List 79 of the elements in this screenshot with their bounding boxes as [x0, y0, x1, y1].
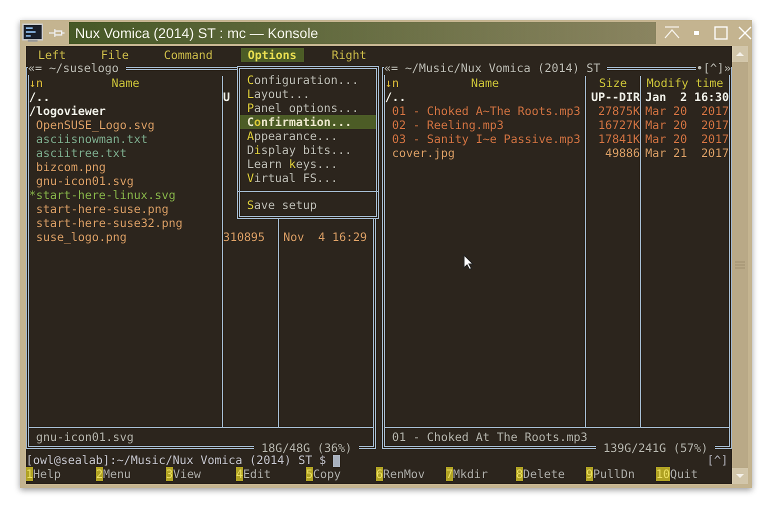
function-key[interactable]: 6RenMov: [376, 467, 425, 481]
function-key[interactable]: 10Quit: [656, 467, 698, 481]
function-key[interactable]: 2Menu: [96, 467, 131, 481]
function-key[interactable]: 8Delete: [516, 467, 565, 481]
disk-usage: 139G/241G (57%): [596, 441, 715, 455]
file-name[interactable]: /..: [385, 90, 406, 104]
column-header[interactable]: Modify time: [641, 76, 729, 90]
disk-usage: 18G/48G (36%): [254, 441, 359, 455]
file-size: U: [223, 90, 230, 104]
file-name[interactable]: /logoviewer: [29, 104, 106, 118]
menu-option[interactable]: Save setup: [240, 198, 376, 212]
file-name[interactable]: asciitree.txt: [29, 146, 127, 160]
scroll-down-icon[interactable]: [732, 468, 748, 484]
menu-item[interactable]: Right: [324, 48, 374, 62]
keep-above-icon[interactable]: [664, 26, 680, 40]
file-name[interactable]: 03 - Sanity I~e Passive.mp3: [385, 132, 580, 146]
file-name[interactable]: cover.jpg: [385, 146, 455, 160]
file-date: Jan 2 16:30: [645, 90, 729, 104]
file-name[interactable]: OpenSUSE_Logo.svg: [29, 118, 155, 132]
terminal-icon[interactable]: [22, 23, 44, 43]
file-date: Mar 21 2017: [645, 146, 729, 160]
pin-icon[interactable]: [49, 28, 65, 38]
mouse-pointer-icon: [463, 254, 474, 270]
file-name[interactable]: 01 - Choked A~The Roots.mp3: [385, 104, 580, 118]
scroll-grip-icon[interactable]: [735, 261, 745, 269]
file-size: 17841K: [598, 132, 640, 146]
panel-corner-controls[interactable]: •[^]»: [696, 61, 731, 75]
menu-option[interactable]: Configuration...: [240, 73, 376, 87]
status-filename: gnu-icon01.svg: [36, 430, 134, 444]
panel-path: «= ~/Music/Nux Vomica (2014) ST: [384, 61, 608, 75]
menu-option[interactable]: Confirmation...: [240, 115, 376, 129]
shell-prompt: [owl@sealab]:~/Music/Nux Vomica (2014) ST $: [26, 453, 326, 467]
file-date: Mar 20 2017: [645, 132, 729, 146]
menu-option[interactable]: Layout...: [240, 87, 376, 101]
file-size: 16727K: [598, 118, 640, 132]
file-name[interactable]: *start-here-linux.svg: [29, 188, 176, 202]
file-name[interactable]: bizcom.png: [29, 160, 106, 174]
menu-option[interactable]: Panel options...: [240, 101, 376, 115]
function-key[interactable]: 4Edit: [236, 467, 271, 481]
file-name[interactable]: 02 - Reeling.mp3: [385, 118, 504, 132]
file-date: Mar 20 2017: [645, 104, 729, 118]
file-size: 310895: [223, 230, 265, 244]
menu-item[interactable]: Options: [240, 48, 304, 62]
file-size: 49886: [605, 146, 640, 160]
scroll-up-icon[interactable]: [732, 46, 748, 62]
file-name[interactable]: gnu-icon01.svg: [29, 174, 134, 188]
maximize-icon[interactable]: [714, 26, 728, 40]
file-name[interactable]: /..: [29, 90, 50, 104]
file-size: UP--DIR: [591, 90, 640, 104]
menu-item[interactable]: File: [94, 48, 136, 62]
file-name[interactable]: asciisnowman.txt: [29, 132, 148, 146]
file-date: Nov 4 16:29: [283, 230, 367, 244]
file-name[interactable]: start-here-suse32.png: [29, 216, 183, 230]
close-icon[interactable]: [738, 26, 752, 40]
file-name[interactable]: start-here-suse.png: [29, 202, 169, 216]
file-date: Mar 20 2017: [645, 118, 729, 132]
function-key[interactable]: 3View: [166, 467, 201, 481]
menu-item[interactable]: Left: [31, 48, 73, 62]
window-title: Nux Vomica (2014) ST : mc — Konsole: [74, 24, 318, 43]
function-key[interactable]: 7Mkdir: [446, 467, 488, 481]
sort-indicator[interactable]: ↓n: [29, 76, 43, 90]
column-header[interactable]: Name: [398, 76, 585, 90]
panel-path: «= ~/suselogo: [28, 61, 126, 75]
column-header[interactable]: Name: [42, 76, 222, 90]
menu-option[interactable]: Appearance...: [240, 129, 376, 143]
scrollbar[interactable]: [732, 46, 748, 484]
menu-option[interactable]: Display bits...: [240, 143, 376, 157]
menu-option[interactable]: Virtual FS...: [240, 171, 376, 185]
column-header[interactable]: Size: [586, 76, 640, 90]
file-size: 27875K: [598, 104, 640, 118]
panel-toggle[interactable]: [^]: [707, 453, 728, 467]
function-key[interactable]: 5Copy: [306, 467, 341, 481]
menu-item[interactable]: Command: [156, 48, 220, 62]
file-name[interactable]: suse_logo.png: [29, 230, 127, 244]
sort-indicator[interactable]: ↓n: [385, 76, 399, 90]
menu-option[interactable]: Learn keys...: [240, 157, 376, 171]
status-filename: 01 - Choked At The Roots.mp3: [392, 430, 588, 444]
function-key[interactable]: 9PullDn: [586, 467, 635, 481]
function-key[interactable]: 1Help: [26, 467, 61, 481]
